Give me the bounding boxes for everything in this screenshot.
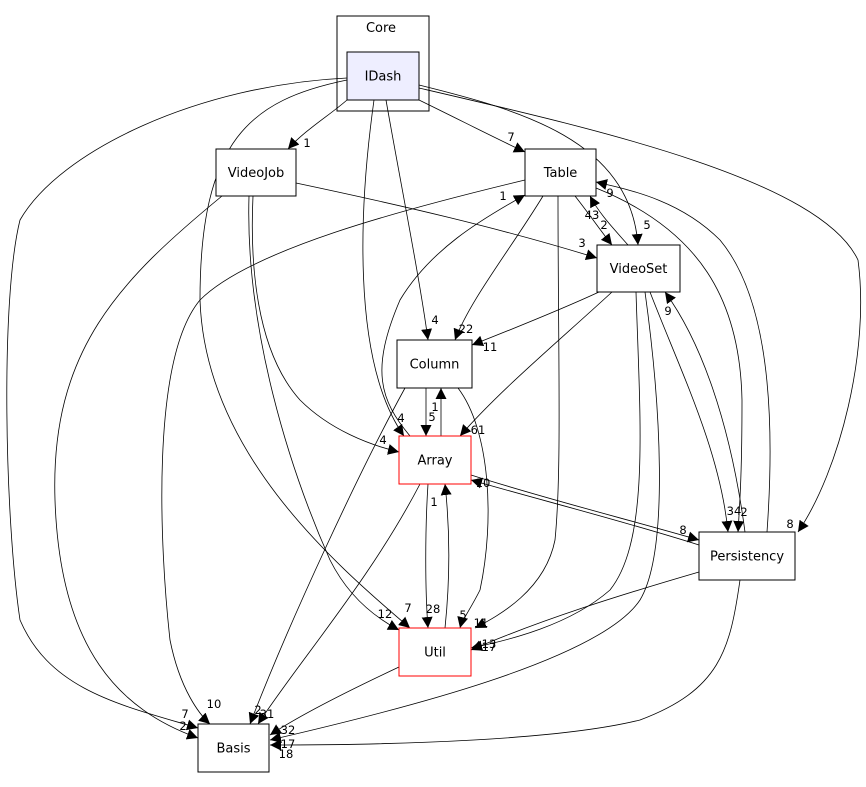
edge-persistency-to-util[interactable]: 13 bbox=[470, 571, 700, 651]
node-util[interactable]: Util bbox=[398, 627, 472, 677]
node-label: IDash bbox=[365, 70, 402, 85]
node-label: Persistency bbox=[710, 550, 784, 565]
edge-label[interactable]: 28 bbox=[426, 602, 441, 616]
edge-label[interactable]: 22 bbox=[459, 322, 474, 336]
edge-line bbox=[385, 99, 432, 341]
edge-videoset-to-persistency[interactable]: 34 bbox=[649, 291, 741, 533]
edge-line bbox=[459, 291, 613, 437]
edge-persistency-to-basis[interactable]: 17 bbox=[269, 579, 741, 751]
edge-label[interactable]: 32 bbox=[281, 723, 296, 737]
edge-table-to-persistency[interactable]: 2 bbox=[595, 187, 748, 533]
edge-line bbox=[470, 474, 700, 543]
edge-line bbox=[595, 179, 771, 533]
node-label: VideoJob bbox=[228, 166, 284, 181]
edge-table-to-util[interactable]: 11 bbox=[474, 195, 560, 630]
node-label: Util bbox=[424, 646, 446, 661]
node-videoset[interactable]: VideoSet bbox=[596, 244, 681, 293]
edge-label[interactable]: 10 bbox=[207, 697, 222, 711]
edge-videojob-to-array[interactable]: 4 bbox=[251, 195, 400, 455]
edge-persistency-to-videoset[interactable]: 9 bbox=[664, 291, 746, 533]
edge-line bbox=[418, 99, 526, 153]
edge-idash-to-videojob[interactable]: 1 bbox=[287, 99, 348, 150]
edge-label[interactable]: 8 bbox=[679, 523, 686, 537]
edge-array-to-table[interactable]: 1 bbox=[381, 189, 526, 437]
edge-label[interactable]: 43 bbox=[585, 208, 600, 222]
edge-table-to-column[interactable]: 22 bbox=[453, 195, 544, 341]
edge-line bbox=[287, 99, 348, 150]
edge-label[interactable]: 1 bbox=[431, 400, 438, 414]
edge-label[interactable]: 5 bbox=[459, 608, 466, 622]
node-column[interactable]: Column bbox=[396, 339, 473, 389]
edge-videojob-to-basis[interactable]: 2 bbox=[54, 195, 223, 740]
node-label: Basis bbox=[216, 742, 250, 757]
edge-label[interactable]: 11 bbox=[483, 340, 498, 354]
edge-line bbox=[474, 195, 560, 629]
node-basis[interactable]: Basis bbox=[197, 723, 270, 773]
edge-idash-to-table[interactable]: 7 bbox=[418, 99, 526, 153]
edge-label[interactable]: 4 bbox=[431, 313, 438, 327]
node-label: Array bbox=[417, 454, 452, 469]
edge-videoset-to-column[interactable]: 11 bbox=[471, 291, 600, 354]
edge-label[interactable]: 5 bbox=[643, 218, 650, 232]
edge-label[interactable]: 2 bbox=[740, 505, 747, 519]
edge-label[interactable]: 9 bbox=[664, 304, 671, 318]
edge-label[interactable]: 18 bbox=[279, 747, 294, 761]
edge-videojob-to-util[interactable]: 12 bbox=[248, 195, 400, 631]
edge-label[interactable]: 10 bbox=[476, 476, 491, 490]
node-label: Table bbox=[543, 166, 578, 181]
node-idash[interactable]: IDash bbox=[346, 51, 420, 101]
edge-line bbox=[248, 195, 400, 631]
edge-line bbox=[470, 571, 700, 651]
edge-label[interactable]: 7 bbox=[404, 601, 411, 615]
edge-persistency-to-array[interactable]: 10 bbox=[470, 476, 700, 546]
edge-line bbox=[649, 291, 733, 533]
edge-label[interactable]: 3 bbox=[578, 236, 585, 250]
edge-videoset-to-array[interactable]: 61 bbox=[459, 291, 613, 437]
cluster-label: Core bbox=[366, 21, 396, 36]
edge-persistency-to-table[interactable]: 9 bbox=[595, 179, 771, 533]
edge-array-to-column[interactable]: 1 bbox=[431, 388, 447, 436]
edge-line bbox=[664, 291, 746, 533]
edge-line bbox=[251, 195, 400, 455]
node-table[interactable]: Table bbox=[524, 148, 597, 197]
node-videojob[interactable]: VideoJob bbox=[215, 148, 297, 197]
edge-label[interactable]: 8 bbox=[786, 517, 793, 531]
node-label: Column bbox=[410, 358, 460, 373]
edge-array-to-persistency[interactable]: 8 bbox=[470, 474, 700, 543]
edge-label[interactable]: 1 bbox=[499, 189, 506, 203]
edge-util-to-basis[interactable]: 18 bbox=[269, 666, 400, 761]
edge-label[interactable]: 2 bbox=[179, 719, 186, 733]
edge-label[interactable]: 31 bbox=[260, 707, 275, 721]
node-array[interactable]: Array bbox=[398, 435, 472, 485]
edge-idash-to-column[interactable]: 4 bbox=[385, 99, 439, 341]
edge-label[interactable]: 11 bbox=[474, 616, 489, 630]
edge-label[interactable]: 7 bbox=[507, 130, 514, 144]
edge-line bbox=[471, 291, 600, 347]
edge-label[interactable]: 12 bbox=[378, 607, 393, 621]
edge-line bbox=[269, 579, 741, 751]
edge-line bbox=[440, 483, 452, 629]
node-persistency[interactable]: Persistency bbox=[698, 531, 796, 581]
edge-label[interactable]: 13 bbox=[482, 637, 497, 651]
edge-label[interactable]: 4 bbox=[397, 411, 404, 425]
edge-line bbox=[54, 195, 223, 740]
edge-label[interactable]: 1 bbox=[430, 495, 437, 509]
directory-dependency-graph: Core 1 7584477341222221110431161341732552… bbox=[6, 15, 862, 773]
node-label: VideoSet bbox=[610, 262, 668, 277]
edge-line bbox=[453, 195, 544, 341]
edge-line bbox=[470, 477, 700, 546]
edge-label[interactable]: 1 bbox=[303, 136, 310, 150]
